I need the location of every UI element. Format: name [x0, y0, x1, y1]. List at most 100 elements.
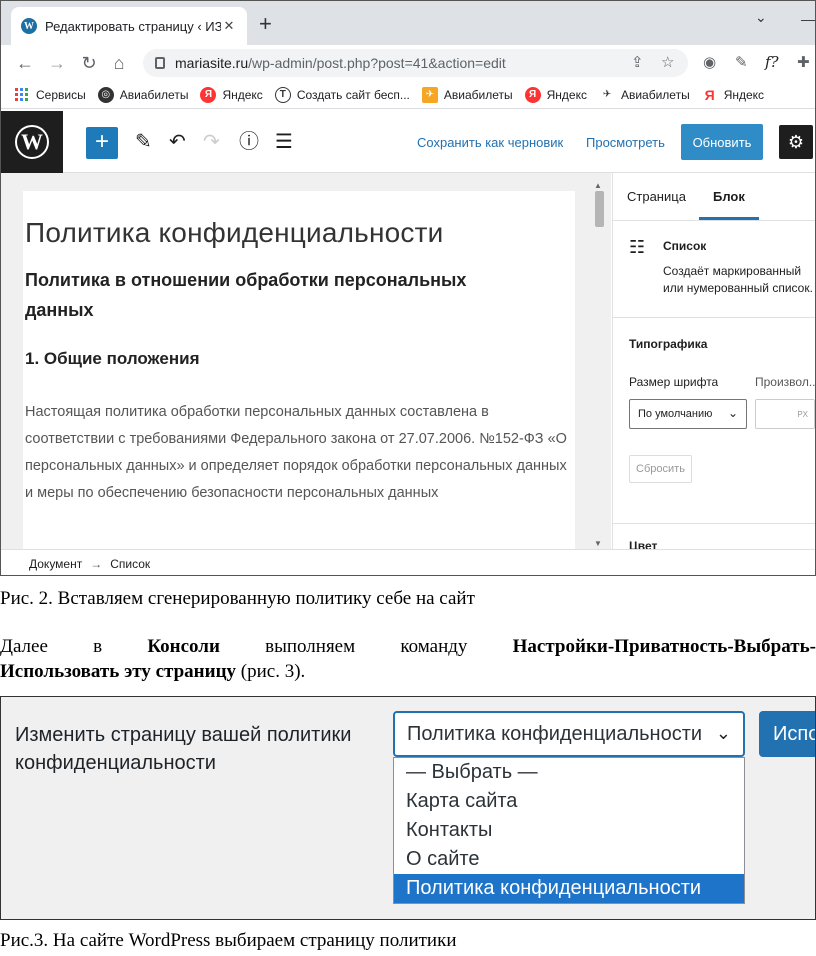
- editor-canvas: Политика конфиденциальности Политика в о…: [1, 173, 611, 549]
- bookmark-label: Авиабилеты: [443, 87, 513, 102]
- bookmark-star-icon[interactable]: ☆: [661, 53, 674, 71]
- tab-block[interactable]: Блок: [713, 189, 745, 204]
- selected-value: Политика конфиденциальности: [407, 722, 703, 745]
- reload-icon[interactable]: ↻: [77, 51, 101, 75]
- page-title[interactable]: Политика конфиденциальности: [25, 217, 575, 249]
- bookmark-label: Яндекс: [222, 87, 263, 102]
- dropdown-option[interactable]: Контакты: [394, 816, 744, 845]
- bookmark-label: Яндекс: [546, 87, 587, 102]
- custom-size-label: Произвол...: [755, 375, 816, 389]
- breadcrumb-current[interactable]: Список: [110, 557, 150, 571]
- list-view-icon[interactable]: ☰: [275, 130, 293, 154]
- privacy-settings-screenshot: Изменить страницу вашей политики конфиде…: [0, 696, 816, 920]
- apps-grid-icon: [15, 88, 28, 101]
- editor-scrollbar[interactable]: ▲ ▼: [594, 181, 604, 549]
- wordpress-logo-icon[interactable]: W: [1, 111, 63, 173]
- bookmark-label: Сервисы: [36, 87, 86, 102]
- new-tab-icon[interactable]: +: [259, 13, 272, 35]
- home-icon[interactable]: ⌂: [107, 51, 131, 75]
- dropdown-option[interactable]: — Выбрать —: [394, 758, 744, 787]
- add-block-button[interactable]: +: [86, 127, 118, 159]
- chevron-down-icon: ⌄: [727, 406, 738, 420]
- scrollbar-thumb[interactable]: [595, 191, 604, 227]
- active-tab-indicator: [699, 217, 759, 220]
- dropdown-option[interactable]: О сайте: [394, 845, 744, 874]
- address-bar[interactable]: mariasite.ru/wp-admin/post.php?post=41&a…: [143, 49, 688, 77]
- bookmark-item[interactable]: ✈ Авиабилеты: [598, 86, 690, 103]
- scroll-up-icon[interactable]: ▲: [594, 181, 602, 190]
- instruction-paragraph: Далее в Консоли выполняем команду Настро…: [0, 636, 816, 683]
- bookmark-item[interactable]: Я Яндекс: [701, 86, 765, 103]
- update-button[interactable]: Обновить: [681, 124, 763, 160]
- bookmarks-bar: Сервисы ◎ Авиабилеты Я Яндекс T Создать …: [1, 81, 815, 109]
- block-name: Список: [663, 239, 707, 253]
- bookmark-item[interactable]: Я Яндекс: [200, 86, 263, 103]
- pen-extension-icon[interactable]: ✎: [735, 53, 748, 71]
- bookmark-item[interactable]: ◎ Авиабилеты: [97, 86, 189, 103]
- settings-gear-icon[interactable]: ⚙: [779, 125, 813, 159]
- edit-tool-pencil-icon[interactable]: ✎: [135, 130, 152, 154]
- font-size-value: По умолчанию: [638, 408, 713, 420]
- bookmark-item[interactable]: Я Яндекс: [524, 86, 587, 103]
- font-size-select[interactable]: По умолчанию ⌄: [629, 399, 747, 429]
- sidebar-tabs: Страница Блок: [613, 173, 815, 221]
- share-icon[interactable]: ⇪: [631, 53, 644, 71]
- figure-caption-3: Рис.3. На сайте WordPress выбираем стран…: [0, 930, 457, 951]
- use-this-page-button[interactable]: Испо: [759, 711, 815, 757]
- section-heading[interactable]: 1. Общие положения: [25, 349, 575, 369]
- browser-tab-bar: W Редактировать страницу ‹ ИЗУЧ ✕ + ⌄ —: [1, 1, 815, 45]
- url-path: /wp-admin/post.php?post=41&action=edit: [248, 55, 506, 71]
- document-content[interactable]: Политика конфиденциальности Политика в о…: [23, 191, 575, 549]
- minimize-icon[interactable]: —: [801, 11, 815, 27]
- tab-page[interactable]: Страница: [627, 189, 686, 204]
- paragraph-word: команду: [400, 636, 468, 657]
- globe-icon: ◎: [97, 86, 114, 103]
- scroll-down-icon[interactable]: ▼: [594, 539, 602, 548]
- yandex-icon: Я: [524, 86, 541, 103]
- t-icon: T: [274, 86, 291, 103]
- extensions-puzzle-icon[interactable]: ✚: [797, 53, 810, 71]
- back-icon[interactable]: ←: [13, 51, 37, 75]
- browser-tab[interactable]: W Редактировать страницу ‹ ИЗУЧ ✕: [11, 7, 247, 45]
- select-dropdown-list: — Выбрать — Карта сайта Контакты О сайте…: [393, 757, 745, 904]
- tab-search-chevron-icon[interactable]: ⌄: [755, 9, 767, 26]
- bookmark-item[interactable]: ✈ Авиабилеты: [421, 86, 513, 103]
- lock-icon: [155, 57, 165, 69]
- close-tab-icon[interactable]: ✕: [221, 18, 237, 34]
- camera-extension-icon[interactable]: ◉: [703, 53, 716, 71]
- dropdown-option-highlighted[interactable]: Политика конфиденциальности: [394, 874, 744, 903]
- breadcrumb-document[interactable]: Документ: [29, 557, 82, 571]
- bookmark-label: Яндекс: [723, 87, 765, 102]
- reset-button[interactable]: Сбросить: [629, 455, 692, 483]
- redo-icon[interactable]: ↷: [203, 130, 220, 154]
- f-extension-icon[interactable]: f?: [765, 53, 779, 71]
- figure-caption-2: Рис. 2. Вставляем сгенерированную полити…: [0, 588, 475, 609]
- tab-title: Редактировать страницу ‹ ИЗУЧ: [45, 18, 221, 34]
- paragraph-bold-phrase: Использовать эту страницу: [0, 661, 237, 682]
- preview-button[interactable]: Просмотреть: [586, 135, 665, 150]
- bookmark-label: Авиабилеты: [119, 87, 189, 102]
- block-description: Создаёт маркированный или нумерованный с…: [663, 264, 813, 295]
- undo-icon[interactable]: ↶: [169, 130, 186, 154]
- airplane-icon: ✈: [598, 86, 615, 103]
- chevron-down-icon: ⌄: [715, 723, 731, 743]
- typography-panel-title[interactable]: Типографика: [629, 337, 707, 351]
- paragraph-bold-word: Консоли: [147, 636, 220, 657]
- settings-sidebar: Страница Блок ☷ Список Создаёт маркирова…: [612, 173, 816, 549]
- color-panel-title[interactable]: Цвет: [629, 539, 657, 549]
- content-heading[interactable]: Политика в отношении обработки персональ…: [25, 265, 525, 325]
- bookmark-item[interactable]: T Создать сайт бесп...: [274, 86, 410, 103]
- privacy-page-label: Изменить страницу вашей политики конфиде…: [15, 724, 352, 774]
- unit-label: PX: [797, 409, 808, 419]
- url-host: mariasite.ru: [175, 55, 249, 71]
- save-draft-button[interactable]: Сохранить как черновик: [417, 135, 563, 150]
- content-paragraph[interactable]: Настоящая политика обработки персональны…: [25, 399, 577, 507]
- forward-icon[interactable]: →: [45, 51, 69, 75]
- custom-size-input[interactable]: PX: [755, 399, 815, 429]
- details-info-icon[interactable]: ⓘ: [239, 130, 259, 154]
- privacy-page-select[interactable]: Политика конфиденциальности ⌄: [393, 711, 745, 757]
- list-block-icon: ☷: [629, 237, 646, 257]
- bookmark-label: Авиабилеты: [620, 87, 690, 102]
- dropdown-option[interactable]: Карта сайта: [394, 787, 744, 816]
- bookmark-item[interactable]: Сервисы: [15, 88, 86, 102]
